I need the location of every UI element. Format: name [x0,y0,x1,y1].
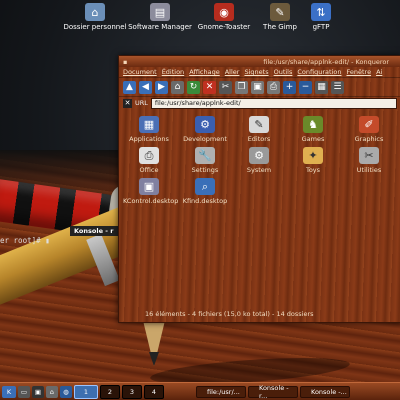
folder-graphics[interactable]: ✐ Graphics [343,116,395,143]
cursor-block: ▮ [45,236,50,245]
desktop-icon-software-manager[interactable]: ▤ Software Manager [125,3,195,31]
menu-aller[interactable]: Aller [225,68,240,76]
kcontrol-icon: ▣ [139,178,159,195]
back-arrow-icon[interactable]: ◀ [139,80,152,94]
zoom-in-icon[interactable]: + [283,80,296,94]
pager-desktop-3[interactable]: 3 [122,384,142,399]
item-label: Development [183,135,227,143]
paste-icon[interactable]: ▣ [251,80,264,94]
item-label: Utilities [356,166,382,174]
item-label: Applications [129,135,169,143]
menu-outils[interactable]: Outils [274,68,293,76]
prompt-text: er root]# [0,236,46,245]
system-icon: ⚙ [249,147,269,164]
menu-fenetre[interactable]: Fenêtre [346,68,371,76]
pager-desktop-4[interactable]: 4 [144,384,164,399]
menu-aide[interactable]: Ai [376,68,382,76]
clear-location-icon[interactable]: ✕ [123,98,132,108]
desktop-icon-home[interactable]: ⌂ Dossier personnel [60,3,130,31]
games-icon: ♞ [303,116,323,133]
pager-desktop-1[interactable]: 1 [74,384,98,399]
cut-icon[interactable]: ✂ [219,80,232,94]
file-kcontrol-desktop[interactable]: ▣ KControl.desktop [123,178,179,205]
zoom-out-icon[interactable]: − [299,80,312,94]
home-icon[interactable]: ⌂ [171,80,184,94]
task-konsole-1[interactable]: Konsole - r... [248,384,298,400]
desktop-icon-label: Software Manager [128,23,192,31]
desktop-icon-label: Dossier personnel [63,23,127,31]
item-label: Office [139,166,159,174]
taskbar: K ▭ ▣ ⌂ ◍ 1 2 3 4 file:/usr/... Konsole … [0,382,400,400]
home-icon[interactable]: ⌂ [46,385,58,398]
status-bar: 16 éléments - 4 fichiers (15,0 ko total)… [145,310,314,318]
desktop-icon-gftp[interactable]: ⇅ gFTP [286,3,356,31]
print-icon[interactable]: ⎙ [267,80,280,94]
toys-icon: ✦ [303,147,323,164]
folder-office[interactable]: ⎙ Office [123,147,175,174]
menu-signets[interactable]: Signets [244,68,268,76]
settings-icon: 🔧 [195,147,215,164]
folder-editors[interactable]: ✎ Editors [233,116,285,143]
toaster-icon: ◉ [214,3,234,21]
stop-icon[interactable]: ✕ [203,80,216,94]
file-kfind-desktop[interactable]: ⌕ Kfind.desktop [179,178,231,205]
office-icon: ⎙ [139,147,159,164]
menu-configuration[interactable]: Configuration [297,68,341,76]
task-file-manager[interactable]: file:/usr/... [196,385,246,398]
kfind-icon: ⌕ [195,178,215,195]
item-label: Toys [305,166,321,174]
folder-settings[interactable]: 🔧 Settings [179,147,231,174]
menu-edition[interactable]: Édition [162,68,185,76]
folder-development[interactable]: ⚙ Development [179,116,231,143]
editors-icon: ✎ [249,116,269,133]
pager-desktop-2[interactable]: 2 [100,384,120,399]
reload-icon[interactable]: ↻ [187,80,200,94]
item-label: Games [301,135,325,143]
forward-arrow-icon[interactable]: ▶ [155,80,168,94]
development-icon: ⚙ [195,116,215,133]
folder-games[interactable]: ♞ Games [287,116,339,143]
kmenu-icon[interactable]: K [2,385,16,398]
location-input[interactable]: file:/usr/share/applnk-edit/ [150,97,397,109]
konsole-prompt[interactable]: er root]# ▮ [0,236,50,245]
menu-document[interactable]: Document [123,68,157,76]
item-label: Kfind.desktop [182,197,228,205]
up-arrow-icon[interactable]: ▲ [123,80,136,94]
folder-utilities[interactable]: ✂ Utilities [343,147,395,174]
desktop-icon[interactable]: ▭ [18,385,30,398]
folder-toys[interactable]: ✦ Toys [287,147,339,174]
window-title: file:/usr/share/applnk-edit/ - Konqueror [263,57,389,66]
location-label: URL [135,99,148,107]
item-label: Graphics [354,135,384,143]
list-view-icon[interactable]: ☰ [331,80,344,94]
folder-system[interactable]: ⚙ System [233,147,285,174]
task-konsole-2[interactable]: Konsole -... [300,385,350,398]
file-manager-window[interactable]: ▪ file:/usr/share/applnk-edit/ - Konquer… [118,55,400,323]
icon-view-icon[interactable]: ▦ [315,80,328,94]
item-label: Settings [191,166,219,174]
folder-applications[interactable]: ▦ Applications [123,116,175,143]
graphics-icon: ✐ [359,116,379,133]
applications-icon: ▦ [139,116,159,133]
menu-bar: Document Édition Affichage Aller Signets… [119,67,400,77]
home-folder-icon: ⌂ [85,3,105,21]
toolbar: ▲ ◀ ▶ ⌂ ↻ ✕ ✂ ❐ ▣ ⎙ + − ▦ ☰ [119,77,400,97]
window-menu-icon[interactable]: ▪ [123,58,127,66]
terminal-icon[interactable]: ▣ [32,385,44,398]
pencil-lead [149,352,159,366]
location-bar: ✕ URL file:/usr/share/applnk-edit/ [119,97,400,109]
copy-icon[interactable]: ❐ [235,80,248,94]
ftp-icon: ⇅ [311,3,331,21]
desktop-icon-label: gFTP [312,23,330,31]
utilities-icon: ✂ [359,147,379,164]
item-label: KControl.desktop [123,197,179,205]
item-label: Editors [247,135,271,143]
browser-icon[interactable]: ◍ [60,385,72,398]
item-label: System [246,166,272,174]
software-manager-icon: ▤ [150,3,170,21]
window-titlebar[interactable]: ▪ file:/usr/share/applnk-edit/ - Konquer… [119,56,400,67]
menu-affichage[interactable]: Affichage [189,68,220,76]
